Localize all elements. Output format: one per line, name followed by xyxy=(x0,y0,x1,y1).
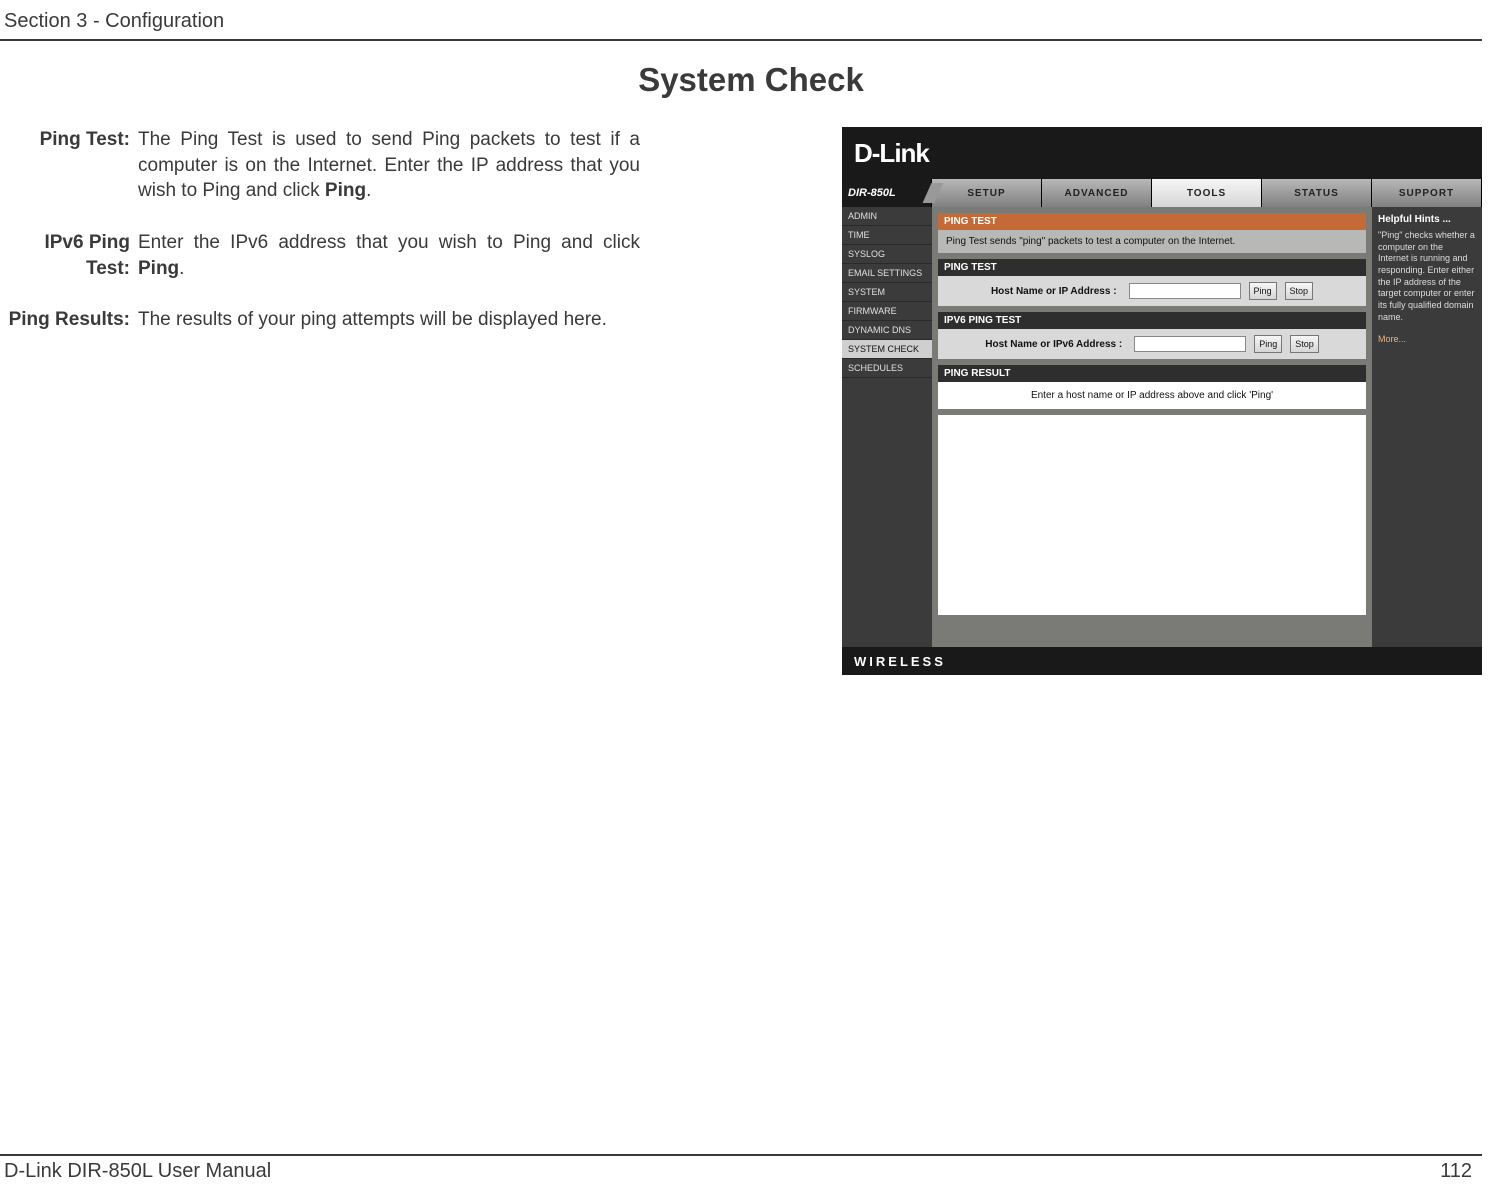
nav-admin[interactable]: ADMIN xyxy=(842,207,932,226)
ipv6-ping-button[interactable]: Ping xyxy=(1254,335,1282,353)
ping-result-header: PING RESULT xyxy=(938,365,1366,382)
def-text: The Ping Test is used to send Ping packe… xyxy=(138,129,640,201)
def-text: The results of your ping attempts will b… xyxy=(138,309,607,330)
ping-test-header: PING TEST xyxy=(938,213,1366,230)
nav-email[interactable]: EMAIL SETTINGS xyxy=(842,264,932,283)
stop-button[interactable]: Stop xyxy=(1285,282,1314,300)
ipv6-ping-header: IPV6 PING TEST xyxy=(938,312,1366,329)
help-header: Helpful Hints ... xyxy=(1378,213,1476,226)
page-title: System Check xyxy=(0,61,1502,99)
def-label-ipv6-ping-test: IPv6 Ping Test: xyxy=(0,230,130,281)
def-bold: Ping xyxy=(325,180,366,201)
footer-page-number: 112 xyxy=(1440,1160,1482,1183)
left-nav: ADMIN TIME SYSLOG EMAIL SETTINGS SYSTEM … xyxy=(842,207,932,647)
ping-host-label: Host Name or IP Address : xyxy=(991,286,1117,297)
tab-setup[interactable]: SETUP xyxy=(932,179,1042,207)
def-value-ipv6-ping-test: Enter the IPv6 address that you wish to … xyxy=(138,230,640,281)
tab-advanced[interactable]: ADVANCED xyxy=(1042,179,1152,207)
footer-manual-title: D-Link DIR-850L User Manual xyxy=(0,1160,271,1183)
ipv6-host-input[interactable] xyxy=(1134,336,1246,352)
tab-tools[interactable]: TOOLS xyxy=(1152,179,1262,207)
nav-syslog[interactable]: SYSLOG xyxy=(842,245,932,264)
ipv6-host-label: Host Name or IPv6 Address : xyxy=(985,339,1122,350)
def-after: . xyxy=(366,180,371,201)
router-header-bar: D-Link xyxy=(842,127,1482,179)
definitions-grid: Ping Test: The Ping Test is used to send… xyxy=(0,127,640,333)
help-text: "Ping" checks whether a computer on the … xyxy=(1378,230,1476,324)
tab-status[interactable]: STATUS xyxy=(1262,179,1372,207)
tab-support[interactable]: SUPPORT xyxy=(1372,179,1482,207)
def-label-ping-results: Ping Results: xyxy=(0,307,130,333)
help-more-link[interactable]: More... xyxy=(1378,334,1476,346)
router-screenshot: D-Link DIR-850L SETUP ADVANCED TOOLS STA… xyxy=(842,127,1482,675)
ping-host-input[interactable] xyxy=(1129,283,1241,299)
def-value-ping-results: The results of your ping attempts will b… xyxy=(138,307,640,333)
section-header: Section 3 - Configuration xyxy=(0,10,1482,41)
nav-firmware[interactable]: FIRMWARE xyxy=(842,302,932,321)
def-bold: Ping xyxy=(138,258,179,279)
def-label-ping-test: Ping Test: xyxy=(0,127,130,204)
nav-schedules[interactable]: SCHEDULES xyxy=(842,359,932,378)
nav-time[interactable]: TIME xyxy=(842,226,932,245)
page-footer: D-Link DIR-850L User Manual 112 xyxy=(0,1154,1482,1183)
center-panel: PING TEST Ping Test sends "ping" packets… xyxy=(932,207,1372,647)
ping-test-panel-header: PING TEST xyxy=(938,259,1366,276)
nav-system[interactable]: SYSTEM xyxy=(842,283,932,302)
def-after: . xyxy=(179,258,184,279)
ipv6-ping-form: Host Name or IPv6 Address : Ping Stop xyxy=(938,329,1366,359)
dlink-logo: D-Link xyxy=(854,138,929,169)
blank-area xyxy=(938,415,1366,615)
router-tabs-row: DIR-850L SETUP ADVANCED TOOLS STATUS SUP… xyxy=(842,179,1482,207)
ping-test-form: Host Name or IP Address : Ping Stop xyxy=(938,276,1366,306)
ipv6-stop-button[interactable]: Stop xyxy=(1290,335,1319,353)
ping-result-text: Enter a host name or IP address above an… xyxy=(938,382,1366,409)
ping-test-desc: Ping Test sends "ping" packets to test a… xyxy=(938,230,1366,253)
def-text: Enter the IPv6 address that you wish to … xyxy=(138,232,640,253)
model-label: DIR-850L xyxy=(842,179,932,207)
wireless-label: WIRELESS xyxy=(854,654,946,669)
router-footer-bar: WIRELESS xyxy=(842,647,1482,675)
def-value-ping-test: The Ping Test is used to send Ping packe… xyxy=(138,127,640,204)
nav-system-check[interactable]: SYSTEM CHECK xyxy=(842,340,932,359)
nav-dynamic-dns[interactable]: DYNAMIC DNS xyxy=(842,321,932,340)
ping-button[interactable]: Ping xyxy=(1249,282,1277,300)
help-panel: Helpful Hints ... "Ping" checks whether … xyxy=(1372,207,1482,647)
